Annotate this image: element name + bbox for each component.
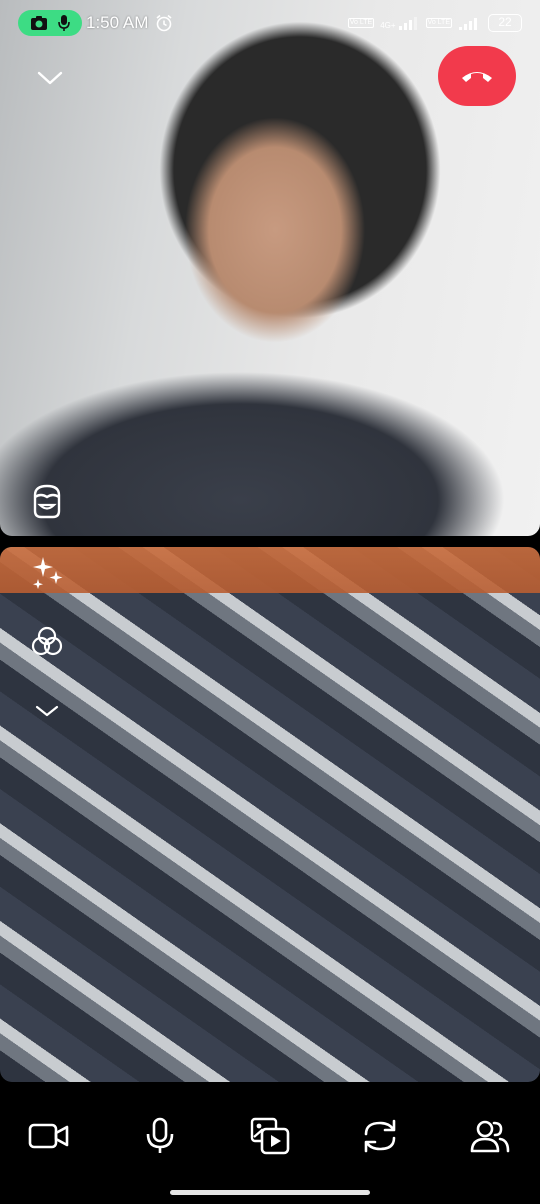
video-call-screen: 1:50 AM Vo LTE 4G+ Vo LTE 22 [0, 0, 540, 1204]
toggle-video-button[interactable] [19, 1106, 79, 1166]
call-controls-toolbar [0, 1082, 540, 1204]
participants-button[interactable] [460, 1106, 520, 1166]
end-call-button[interactable] [438, 46, 516, 106]
end-call-icon [462, 72, 492, 82]
recording-indicator [18, 10, 82, 36]
status-indicators: Vo LTE 4G+ Vo LTE 22 [347, 14, 522, 32]
collapse-effects-button[interactable] [28, 695, 66, 727]
toggle-mic-button[interactable] [130, 1106, 190, 1166]
signal-group-1: 4G+ [380, 16, 419, 30]
signal-strength-icon [398, 17, 417, 30]
avatar-sticker-icon [33, 484, 61, 519]
video-camera-icon [28, 1123, 69, 1149]
sparkle-effects-icon [33, 557, 63, 589]
mic-in-use-icon [58, 15, 70, 31]
collapse-button[interactable] [30, 60, 70, 96]
avatar-effects-button[interactable] [24, 478, 70, 524]
collapse-chevron-icon [37, 71, 63, 85]
share-media-button[interactable] [240, 1106, 300, 1166]
home-indicator[interactable] [170, 1190, 370, 1195]
microphone-icon [146, 1117, 174, 1153]
video-background-strip [0, 547, 540, 593]
status-bar: 1:50 AM Vo LTE 4G+ Vo LTE 22 [0, 0, 540, 46]
status-time: 1:50 AM [86, 13, 149, 32]
effects-button[interactable] [26, 553, 68, 593]
signal-strength-2-icon [459, 18, 477, 30]
battery-level: 22 [488, 14, 522, 32]
remote-video-tile[interactable]: 1:50 AM Vo LTE 4G+ Vo LTE 22 [0, 0, 540, 536]
filter-icon [31, 626, 63, 656]
flip-camera-button[interactable] [350, 1106, 410, 1166]
volte-badge-2: Vo LTE [425, 18, 452, 28]
alarm-icon [156, 14, 172, 32]
participants-icon [470, 1120, 510, 1153]
network-type: 4G+ [380, 21, 396, 30]
collapse-chevron-icon [35, 705, 59, 717]
media-share-icon [250, 1117, 290, 1155]
self-video-tile[interactable] [0, 547, 540, 1082]
volte-badge-1: Vo LTE [347, 18, 375, 28]
filters-button[interactable] [26, 621, 68, 663]
flip-camera-icon [364, 1119, 396, 1153]
camera-in-use-icon [31, 16, 47, 30]
